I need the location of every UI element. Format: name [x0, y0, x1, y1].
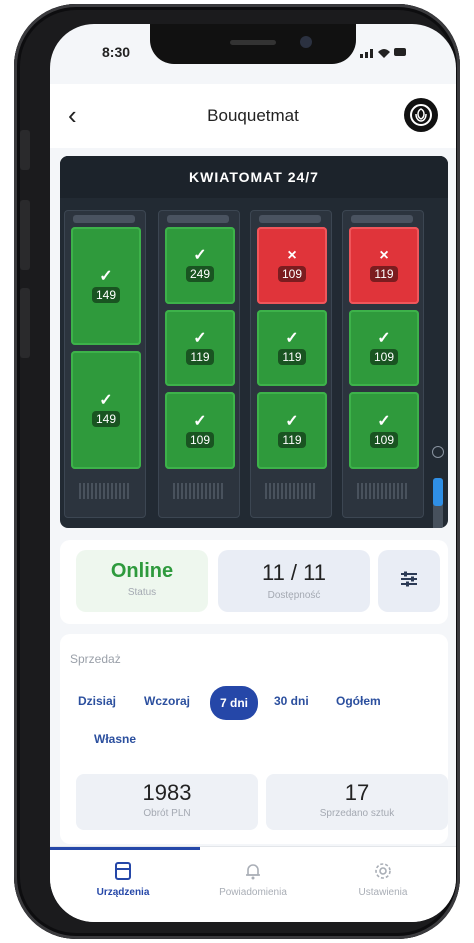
machine-column: ✓ 249 ✓ 119 ✓ 109	[158, 210, 240, 518]
nav-active-indicator	[50, 847, 200, 850]
signal-wifi-battery-icon	[360, 46, 408, 61]
range-selector: Dzisiaj Wczoraj 7 dni 30 dni Ogółem Włas…	[60, 686, 448, 754]
column-cap	[73, 215, 135, 223]
flower-logo-icon[interactable]	[404, 98, 438, 132]
nav-settings[interactable]: Ustawienia	[318, 861, 448, 898]
mute-switch	[20, 130, 30, 170]
machine-column: ✓ 149 ✓ 149	[64, 210, 146, 518]
sold-label: Sprzedano sztuk	[319, 808, 395, 819]
bell-icon	[188, 861, 318, 883]
nav-devices[interactable]: Urządzenia	[58, 861, 188, 898]
slot-available[interactable]: ✓ 109	[165, 392, 235, 469]
sales-card: Sprzedaż Dzisiaj Wczoraj 7 dni 30 dni Og…	[60, 634, 448, 844]
slot-price: 149	[91, 287, 121, 303]
nav-notifications-label: Powiadomienia	[219, 887, 287, 898]
turnover-metric: 1983 Obrót PLN	[76, 774, 258, 830]
slot-price: 119	[186, 348, 214, 365]
slot-price: 109	[369, 348, 399, 365]
scroll-indicator-icon	[432, 446, 444, 458]
slot-available[interactable]: ✓ 119	[165, 309, 235, 387]
availability: 11 / 11 Dostępność	[218, 550, 370, 612]
cross-icon: ×	[379, 247, 389, 265]
check-icon: ✓	[377, 329, 391, 347]
header: ‹ Bouquetmat	[50, 84, 456, 148]
turnover-value: 1983	[142, 780, 192, 805]
slot-available[interactable]: ✓ 149	[71, 351, 141, 469]
slot-price: 119	[370, 266, 398, 283]
slot-available[interactable]: ✓ 119	[257, 392, 327, 469]
slot-price: 109	[185, 431, 215, 448]
machine-title: KWIATOMAT 24/7	[60, 156, 448, 198]
sold-metric: 17 Sprzedano sztuk	[266, 774, 448, 830]
screen: 8:30 ‹ Bouquetmat KWIATOMAT 24/7 ✓ 149 ✓…	[50, 24, 456, 922]
cross-icon: ×	[287, 247, 297, 265]
availability-label: Dostępność	[267, 590, 321, 601]
column-grill	[357, 483, 407, 499]
slot-available[interactable]: ✓ 109	[349, 392, 419, 469]
range-today[interactable]: Dzisiaj	[78, 694, 116, 708]
device-icon	[58, 861, 188, 883]
check-icon: ✓	[285, 329, 299, 347]
slot-price: 149	[91, 411, 121, 427]
volume-down-button	[20, 288, 30, 358]
scrollbar-thumb[interactable]	[433, 478, 443, 506]
range-all-time[interactable]: Ogółem	[336, 694, 381, 708]
status-online: Online Status	[76, 550, 208, 612]
slot-price: 119	[278, 431, 306, 448]
machine-column: × 119 ✓ 109 ✓ 109	[342, 210, 424, 518]
slot-available[interactable]: ✓ 149	[71, 227, 141, 345]
check-icon: ✓	[99, 392, 113, 409]
vending-machine: KWIATOMAT 24/7 ✓ 149 ✓ 149 ✓ 249 ✓ 119 ✓ 109 × 109 ✓…	[60, 156, 448, 528]
slot-price: 109	[369, 431, 399, 448]
status-value: Online	[110, 560, 174, 582]
check-icon: ✓	[99, 268, 113, 285]
status-bar: 8:30	[50, 44, 456, 68]
check-icon: ✓	[285, 412, 299, 430]
slot-available[interactable]: ✓ 249	[165, 227, 235, 304]
settings-button[interactable]	[378, 550, 440, 612]
range-custom[interactable]: Własne	[94, 732, 136, 746]
gear-icon	[318, 861, 448, 883]
bottom-nav: Urządzenia Powiadomienia Ustawienia	[50, 846, 456, 922]
slot-available[interactable]: ✓ 109	[349, 309, 419, 387]
slot-price: 119	[278, 348, 306, 365]
slot-sold[interactable]: × 109	[257, 227, 327, 304]
column-cap	[259, 215, 321, 223]
sliders-icon	[399, 570, 419, 593]
slot-sold[interactable]: × 119	[349, 227, 419, 304]
check-icon: ✓	[193, 412, 207, 430]
column-grill	[265, 483, 315, 499]
slot-available[interactable]: ✓ 119	[257, 309, 327, 387]
machine-column: × 109 ✓ 119 ✓ 119	[250, 210, 332, 518]
nav-settings-label: Ustawienia	[358, 887, 408, 898]
status-card: Online Status 11 / 11 Dostępność	[60, 540, 448, 624]
column-cap	[167, 215, 229, 223]
nav-notifications[interactable]: Powiadomienia	[188, 861, 318, 898]
slot-price: 249	[185, 266, 215, 283]
column-grill	[173, 483, 223, 499]
column-grill	[79, 483, 129, 499]
range-30-days[interactable]: 30 dni	[274, 694, 309, 708]
status-time: 8:30	[102, 44, 131, 60]
turnover-label: Obrót PLN	[143, 808, 191, 819]
volume-up-button	[20, 200, 30, 270]
availability-value: 11 / 11	[261, 560, 326, 585]
nav-devices-label: Urządzenia	[96, 887, 150, 898]
range-yesterday[interactable]: Wczoraj	[144, 694, 190, 708]
check-icon: ✓	[193, 247, 207, 265]
slot-price: 109	[277, 266, 307, 283]
phone-frame: 8:30 ‹ Bouquetmat KWIATOMAT 24/7 ✓ 149 ✓…	[14, 4, 460, 939]
status-label: Status	[127, 587, 157, 598]
sold-value: 17	[344, 780, 370, 805]
range-7-days[interactable]: 7 dni	[210, 686, 259, 720]
check-icon: ✓	[377, 412, 391, 430]
page-title: Bouquetmat	[207, 106, 299, 125]
sales-title: Sprzedaż	[70, 652, 121, 666]
column-cap	[351, 215, 413, 223]
check-icon: ✓	[193, 329, 207, 347]
